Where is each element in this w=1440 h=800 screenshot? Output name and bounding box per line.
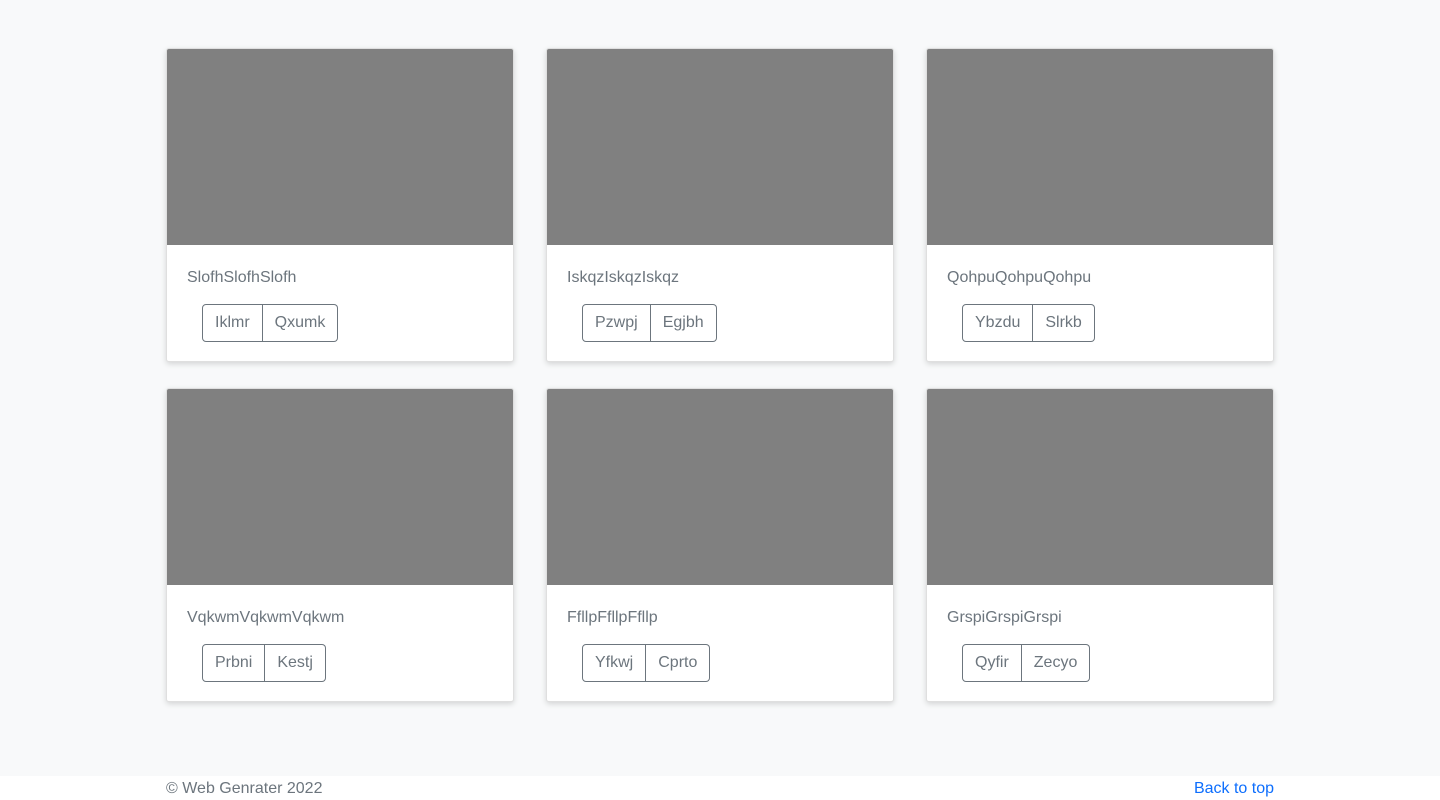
card-button-first[interactable]: Qyfir — [962, 644, 1022, 682]
card-button-first[interactable]: Prbni — [202, 644, 266, 682]
card: SlofhSlofhSlofh Iklmr Qxumk — [166, 48, 514, 362]
card-title: FfllpFfllpFfllp — [567, 609, 658, 626]
card-body: FfllpFfllpFfllp Yfkwj Cprto — [547, 608, 893, 682]
page-footer: © Web Genrater 2022 Back to top — [0, 776, 1440, 800]
card-button-second[interactable]: Slrkb — [1033, 304, 1095, 342]
card-title: QohpuQohpuQohpu — [947, 269, 1092, 286]
card-thumbnail — [927, 389, 1273, 585]
card-button-first[interactable]: Iklmr — [202, 304, 263, 342]
album-section: SlofhSlofhSlofh Iklmr Qxumk IskqzIskqzIs… — [0, 0, 1440, 776]
card-button-group: Yfkwj Cprto — [582, 644, 711, 682]
card-button-second[interactable]: Zecyo — [1021, 644, 1091, 682]
card-button-group: Iklmr Qxumk — [202, 304, 339, 342]
card-thumbnail — [167, 49, 513, 245]
card: IskqzIskqzIskqz Pzwpj Egjbh — [546, 48, 894, 362]
card-button-group: Qyfir Zecyo — [962, 644, 1091, 682]
card-button-first[interactable]: Ybzdu — [962, 304, 1034, 342]
card-thumbnail — [927, 49, 1273, 245]
card-title: IskqzIskqzIskqz — [567, 269, 680, 286]
card-button-second[interactable]: Qxumk — [262, 304, 339, 342]
card-button-first[interactable]: Yfkwj — [582, 644, 647, 682]
card-button-group: Pzwpj Egjbh — [582, 304, 717, 342]
card-thumbnail — [547, 389, 893, 585]
card-body: SlofhSlofhSlofh Iklmr Qxumk — [167, 268, 513, 342]
card-grid: SlofhSlofhSlofh Iklmr Qxumk IskqzIskqzIs… — [166, 48, 1274, 702]
card: FfllpFfllpFfllp Yfkwj Cprto — [546, 388, 894, 702]
card: VqkwmVqkwmVqkwm Prbni Kestj — [166, 388, 514, 702]
card-button-group: Prbni Kestj — [202, 644, 326, 682]
card-body: QohpuQohpuQohpu Ybzdu Slrkb — [927, 268, 1273, 342]
card-button-second[interactable]: Kestj — [265, 644, 326, 682]
card-button-first[interactable]: Pzwpj — [582, 304, 651, 342]
card: GrspiGrspiGrspi Qyfir Zecyo — [926, 388, 1274, 702]
card-button-second[interactable]: Egjbh — [650, 304, 717, 342]
card-body: VqkwmVqkwmVqkwm Prbni Kestj — [167, 608, 513, 682]
card-title: GrspiGrspiGrspi — [947, 609, 1062, 626]
card-title: VqkwmVqkwmVqkwm — [187, 609, 345, 626]
card-body: IskqzIskqzIskqz Pzwpj Egjbh — [547, 268, 893, 342]
card-button-group: Ybzdu Slrkb — [962, 304, 1095, 342]
card-title: SlofhSlofhSlofh — [187, 269, 297, 286]
card-button-second[interactable]: Cprto — [646, 644, 711, 682]
card: QohpuQohpuQohpu Ybzdu Slrkb — [926, 48, 1274, 362]
card-thumbnail — [547, 49, 893, 245]
card-thumbnail — [167, 389, 513, 585]
copyright-text: © Web Genrater 2022 — [166, 780, 323, 797]
back-to-top-link[interactable]: Back to top — [1194, 780, 1274, 798]
card-body: GrspiGrspiGrspi Qyfir Zecyo — [927, 608, 1273, 682]
